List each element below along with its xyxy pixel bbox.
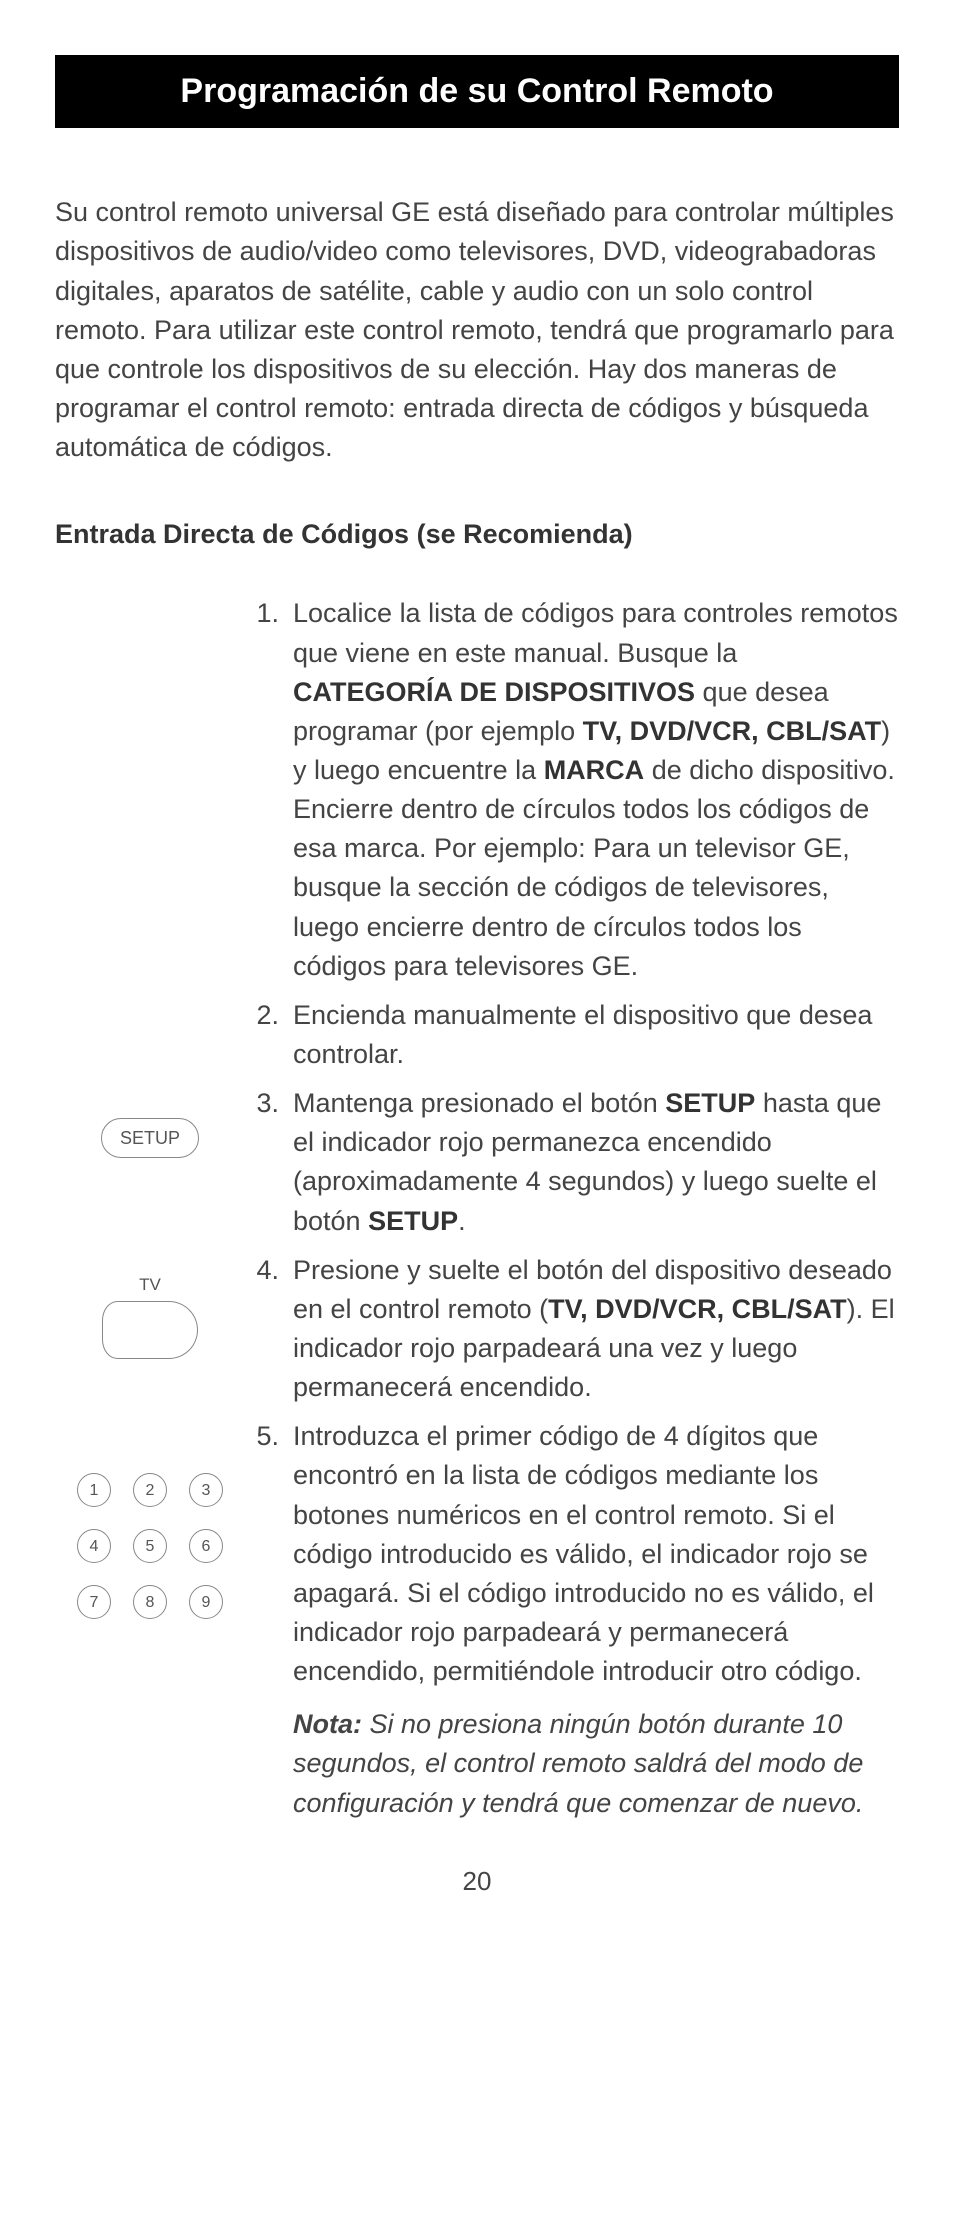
intro-paragraph: Su control remoto universal GE está dise…	[55, 193, 899, 467]
step-2: 2. Encienda manualmente el dispositivo q…	[55, 996, 899, 1074]
step-2-number: 2.	[245, 996, 293, 1035]
text: Encienda manualmente el dispositivo que …	[293, 1000, 872, 1069]
tv-label: TV	[139, 1273, 161, 1298]
note-text: Si no presiona ningún botón durante 10 s…	[293, 1709, 863, 1817]
bold-text: SETUP	[665, 1088, 755, 1118]
bold-text: MARCA	[544, 755, 645, 785]
key-3-icon: 3	[189, 1473, 223, 1507]
text: Localice la lista de códigos para contro…	[293, 598, 898, 667]
key-6-icon: 6	[189, 1529, 223, 1563]
key-8-icon: 8	[133, 1585, 167, 1619]
step-4: TV 4. Presione y suelte el botón del dis…	[55, 1251, 899, 1408]
step-3-number: 3.	[245, 1084, 293, 1123]
text: .	[458, 1206, 466, 1236]
step-1-number: 1.	[245, 594, 293, 633]
step-3-text: Mantenga presionado el botón SETUP hasta…	[293, 1084, 899, 1241]
note-label: Nota:	[293, 1709, 362, 1739]
text: de dicho dispositivo. Encierre dentro de…	[293, 755, 895, 981]
step-5-icon-col: 1 2 3 4 5 6 7 8 9	[55, 1417, 245, 1619]
step-4-icon-col: TV	[55, 1251, 245, 1360]
key-4-icon: 4	[77, 1529, 111, 1563]
steps-list: 1. Localice la lista de códigos para con…	[55, 594, 899, 1832]
step-1-text: Localice la lista de códigos para contro…	[293, 594, 899, 985]
step-5-number: 5.	[245, 1417, 293, 1456]
key-7-icon: 7	[77, 1585, 111, 1619]
bold-text: TV, DVD/VCR, CBL/SAT	[583, 716, 882, 746]
text: Introduzca el primer código de 4 dígitos…	[293, 1421, 874, 1686]
step-5-text: Introduzca el primer código de 4 dígitos…	[293, 1417, 899, 1822]
step-2-text: Encienda manualmente el dispositivo que …	[293, 996, 899, 1074]
text: Mantenga presionado el botón	[293, 1088, 665, 1118]
step-3-icon-col: SETUP	[55, 1084, 245, 1158]
key-9-icon: 9	[189, 1585, 223, 1619]
page-title: Programación de su Control Remoto	[55, 55, 899, 128]
tv-shape-icon	[102, 1301, 198, 1359]
step-3: SETUP 3. Mantenga presionado el botón SE…	[55, 1084, 899, 1241]
step-4-text: Presione y suelte el botón del dispositi…	[293, 1251, 899, 1408]
section-heading: Entrada Directa de Códigos (se Recomiend…	[55, 515, 899, 554]
key-1-icon: 1	[77, 1473, 111, 1507]
key-5-icon: 5	[133, 1529, 167, 1563]
step-4-number: 4.	[245, 1251, 293, 1290]
keypad-icon: 1 2 3 4 5 6 7 8 9	[77, 1473, 223, 1619]
setup-button-icon: SETUP	[101, 1118, 199, 1158]
key-2-icon: 2	[133, 1473, 167, 1507]
step-5: 1 2 3 4 5 6 7 8 9 5. Introduzca el prime…	[55, 1417, 899, 1822]
tv-button-icon: TV	[102, 1273, 198, 1360]
step-5-note: Nota: Si no presiona ningún botón durant…	[293, 1705, 899, 1822]
bold-text: CATEGORÍA DE DISPOSITIVOS	[293, 677, 695, 707]
bold-text: SETUP	[368, 1206, 458, 1236]
step-1: 1. Localice la lista de códigos para con…	[55, 594, 899, 985]
bold-text: TV, DVD/VCR, CBL/SAT	[548, 1294, 847, 1324]
page-number: 20	[55, 1863, 899, 1901]
